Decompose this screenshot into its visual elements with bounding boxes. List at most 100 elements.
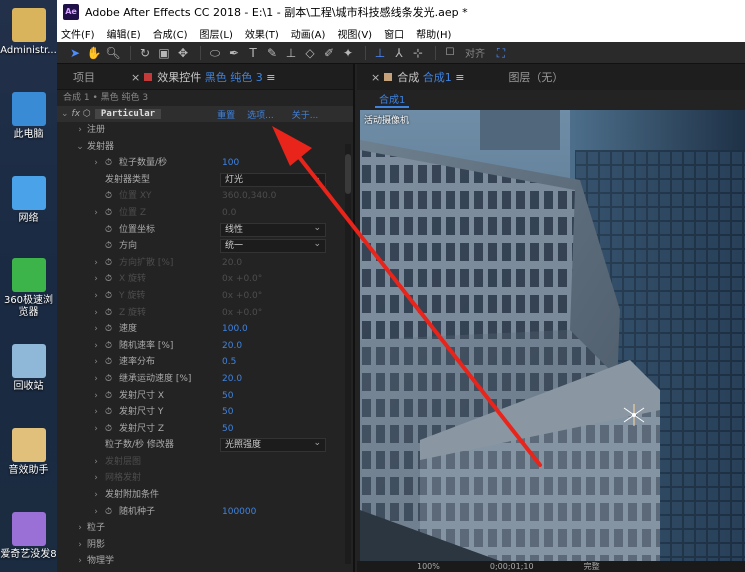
clone-stamp-tool-icon[interactable]: ⊥ xyxy=(283,45,299,61)
composition-viewer[interactable]: 活动摄像机 xyxy=(360,110,745,561)
property-value[interactable]: 20.0 xyxy=(222,371,242,388)
menu-item[interactable]: 动画(A) xyxy=(291,26,326,41)
pan-behind-tool-icon[interactable]: ✥ xyxy=(175,45,191,61)
tab-effect-controls[interactable]: × 效果控件 黑色 纯色 3 ≡ xyxy=(123,69,283,85)
property-dropdown[interactable]: 线性 xyxy=(220,222,326,237)
panel-menu-icon[interactable]: ≡ xyxy=(455,71,464,84)
property-value[interactable]: 360.0,340.0 xyxy=(222,188,276,205)
stopwatch-icon[interactable]: ⏱ xyxy=(105,504,115,521)
property-row[interactable]: › 发射层图 xyxy=(57,454,353,471)
stopwatch-icon[interactable]: ⏱ xyxy=(105,305,115,322)
collapse-arrow-icon[interactable]: › xyxy=(75,520,85,537)
property-value[interactable]: 50 xyxy=(222,388,233,405)
collapse-arrow-icon[interactable]: › xyxy=(75,537,85,554)
menu-item[interactable]: 文件(F) xyxy=(61,26,95,41)
collapse-arrow-icon[interactable]: › xyxy=(91,421,101,438)
close-icon[interactable]: × xyxy=(131,71,140,84)
stopwatch-icon[interactable]: ⏱ xyxy=(105,421,115,438)
property-value[interactable]: 50 xyxy=(222,404,233,421)
collapse-arrow-icon[interactable]: › xyxy=(91,354,101,371)
tab-layer[interactable]: 图层（无） xyxy=(500,69,571,85)
desktop-shortcut[interactable]: 360极速浏览器 xyxy=(0,258,57,319)
collapse-arrow-icon[interactable]: › xyxy=(91,504,101,521)
camera-tool-icon[interactable]: ▣ xyxy=(156,45,172,61)
snap-options-icon[interactable]: ⛶ xyxy=(493,45,509,61)
property-value[interactable]: 100 xyxy=(222,155,239,172)
stopwatch-icon[interactable]: ⏱ xyxy=(105,255,115,272)
eraser-tool-icon[interactable]: ◇ xyxy=(302,45,318,61)
property-row[interactable]: › ⏱ 速度 100.0 xyxy=(57,321,353,338)
property-row[interactable]: › 物理学 xyxy=(57,553,353,570)
comp-subtab[interactable]: 合成1 xyxy=(375,91,410,108)
stopwatch-icon[interactable]: ⏱ xyxy=(105,188,115,205)
property-row[interactable]: › ⏱ 方向扩散 [%] 20.0 xyxy=(57,255,353,272)
stopwatch-icon[interactable]: ⏱ xyxy=(105,354,115,371)
tab-project[interactable]: 项目 xyxy=(65,69,103,85)
collapse-arrow-icon[interactable]: › xyxy=(91,404,101,421)
menu-item[interactable]: 图层(L) xyxy=(199,26,232,41)
property-row[interactable]: › ⏱ 速率分布 0.5 xyxy=(57,354,353,371)
collapse-arrow-icon[interactable]: › xyxy=(75,122,85,139)
fx-icon[interactable]: fx xyxy=(72,109,81,119)
text-tool-icon[interactable]: T xyxy=(245,45,261,61)
scrollbar-track[interactable] xyxy=(345,144,351,564)
property-value[interactable]: 0x +0.0° xyxy=(222,271,262,288)
property-row[interactable]: ⌄ 发射器 xyxy=(57,139,353,156)
property-value[interactable]: 0x +0.0° xyxy=(222,305,262,322)
collapse-arrow-icon[interactable]: › xyxy=(91,305,101,322)
world-axis-icon[interactable]: ⅄ xyxy=(391,45,407,61)
property-row[interactable]: ⏱ 方向 统一 xyxy=(57,238,353,255)
resolution-dropdown[interactable]: 完整 xyxy=(584,561,600,572)
collapse-arrow-icon[interactable]: › xyxy=(91,338,101,355)
desktop-shortcut[interactable]: 此电脑 xyxy=(0,92,57,141)
desktop-shortcut[interactable]: 网络 xyxy=(0,176,57,225)
menu-item[interactable]: 效果(T) xyxy=(245,26,279,41)
stopwatch-icon[interactable]: ⏱ xyxy=(105,404,115,421)
stopwatch-icon[interactable]: ⏱ xyxy=(105,271,115,288)
menu-item[interactable]: 窗口 xyxy=(384,26,404,41)
effect-reset-link[interactable]: 重置 xyxy=(217,108,235,121)
desktop-shortcut[interactable]: 音效助手 xyxy=(0,428,57,477)
collapse-arrow-icon[interactable]: › xyxy=(91,371,101,388)
collapse-arrow-icon[interactable]: › xyxy=(75,553,85,570)
property-row[interactable]: › ⏱ 随机速率 [%] 20.0 xyxy=(57,338,353,355)
roto-brush-tool-icon[interactable]: ✐ xyxy=(321,45,337,61)
zoom-tool-icon[interactable]: 🔍︎ xyxy=(105,45,121,61)
collapse-arrow-icon[interactable]: › xyxy=(91,155,101,172)
desktop-shortcut[interactable]: Administr... xyxy=(0,8,57,57)
menu-item[interactable]: 编辑(E) xyxy=(107,26,141,41)
stopwatch-icon[interactable]: ⏱ xyxy=(105,288,115,305)
property-row[interactable]: › 粒子 xyxy=(57,520,353,537)
desktop-shortcut[interactable]: 爱奇艺没发8 xyxy=(0,512,57,561)
menu-item[interactable]: 帮助(H) xyxy=(416,26,451,41)
hand-tool-icon[interactable]: ✋ xyxy=(86,45,102,61)
property-value[interactable]: 0x +0.0° xyxy=(222,288,262,305)
close-icon[interactable]: × xyxy=(371,71,380,84)
desktop-shortcut[interactable]: 回收站 xyxy=(0,344,57,393)
collapse-arrow-icon[interactable]: › xyxy=(91,288,101,305)
property-row[interactable]: 粒子数/秒 修改器 光照强度 xyxy=(57,437,353,454)
panel-menu-icon[interactable]: ≡ xyxy=(266,71,275,84)
brush-tool-icon[interactable]: ✎ xyxy=(264,45,280,61)
stopwatch-icon[interactable]: ⏱ xyxy=(105,371,115,388)
property-row[interactable]: › 注册 xyxy=(57,122,353,139)
timecode[interactable]: 0;00;01;10 xyxy=(490,562,534,571)
property-row[interactable]: 发射器类型 灯光 xyxy=(57,172,353,189)
stopwatch-icon[interactable]: ⏱ xyxy=(105,338,115,355)
property-value[interactable]: 0.0 xyxy=(222,205,236,222)
collapse-arrow-icon[interactable]: › xyxy=(91,205,101,222)
property-row[interactable]: › ⏱ X 旋转 0x +0.0° xyxy=(57,271,353,288)
effect-about-link[interactable]: 关于... xyxy=(292,108,319,121)
pen-tool-icon[interactable]: ✒ xyxy=(226,45,242,61)
collapse-arrow-icon[interactable]: › xyxy=(91,255,101,272)
rotate-tool-icon[interactable]: ↻ xyxy=(137,45,153,61)
puppet-tool-icon[interactable]: ✦ xyxy=(340,45,356,61)
property-row[interactable]: › ⏱ 粒子数量/秒 100 xyxy=(57,155,353,172)
property-dropdown[interactable]: 统一 xyxy=(220,238,326,254)
property-value[interactable]: 0.5 xyxy=(222,354,236,371)
expand-arrow-icon[interactable]: ⌄ xyxy=(75,139,85,156)
effect-options-link[interactable]: 选项... xyxy=(247,108,274,121)
property-value[interactable]: 50 xyxy=(222,421,233,438)
property-row[interactable]: › 发射附加条件 xyxy=(57,487,353,504)
stopwatch-icon[interactable]: ⏱ xyxy=(105,388,115,405)
